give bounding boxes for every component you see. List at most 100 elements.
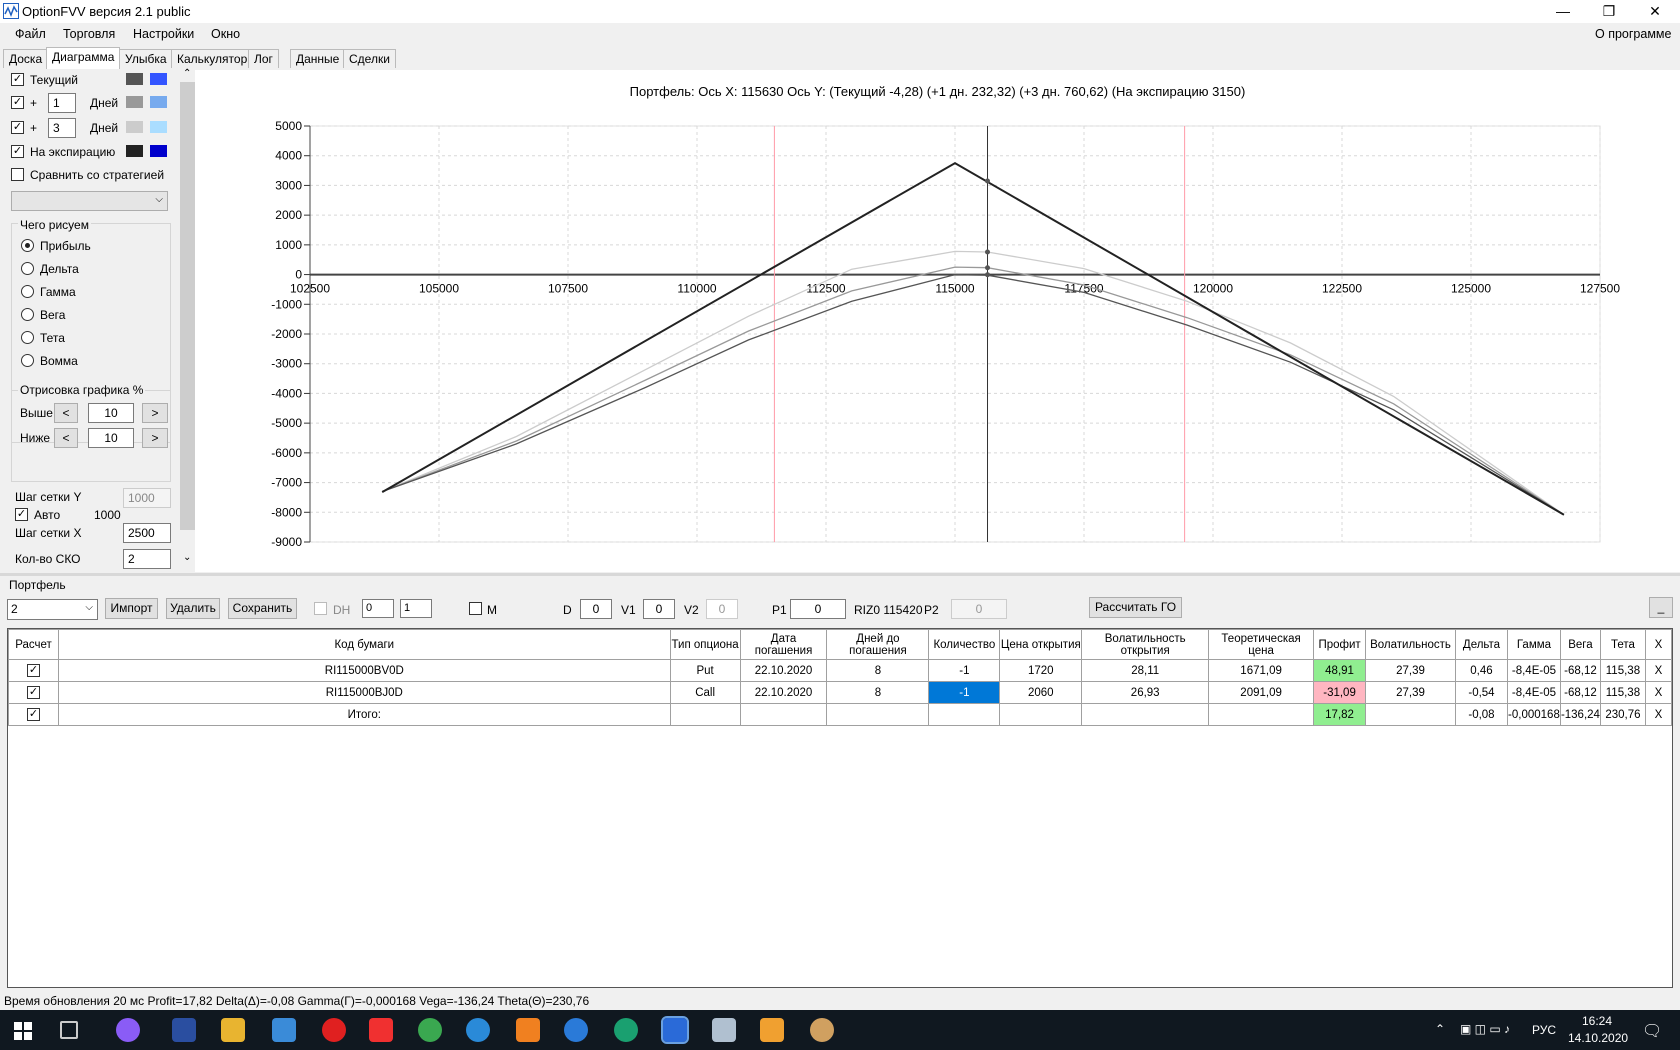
- col-profit[interactable]: Профит: [1313, 629, 1367, 660]
- cell-profit[interactable]: 48,91: [1313, 659, 1367, 682]
- table-row[interactable]: ✓ RI115000BV0D Put 22.10.2020 8 -1 1720 …: [8, 659, 1673, 682]
- laptop-icon[interactable]: [272, 1018, 296, 1042]
- yandex-icon[interactable]: [369, 1018, 393, 1042]
- cell-theta[interactable]: 115,38: [1599, 681, 1646, 704]
- col-theo[interactable]: Теоретическая цена: [1208, 629, 1315, 660]
- radio-theta[interactable]: [21, 331, 34, 344]
- d3-color-swatch[interactable]: [126, 121, 143, 133]
- chevron-up-icon[interactable]: ⌃: [183, 68, 191, 79]
- cell-date[interactable]: 22.10.2020: [739, 659, 828, 682]
- cell-gamma[interactable]: -8,4E-05: [1506, 681, 1561, 704]
- strategy-select[interactable]: ⌵: [11, 191, 168, 211]
- minimize-panel-button[interactable]: _: [1649, 597, 1673, 618]
- cell-qty[interactable]: -1: [928, 659, 1001, 682]
- folder-icon[interactable]: [221, 1018, 245, 1042]
- menu-window[interactable]: Окно: [211, 27, 240, 41]
- table-row-total[interactable]: ✓ Итого: 17,82 -0,08 -0,000168 -136,24 2…: [8, 703, 1673, 726]
- cell-open-vol[interactable]: 28,11: [1081, 659, 1210, 682]
- col-theta[interactable]: Тета: [1599, 629, 1646, 660]
- zoom-icon[interactable]: [564, 1018, 588, 1042]
- yandex-browser-icon[interactable]: [322, 1018, 346, 1042]
- cell-open-price[interactable]: 1720: [999, 659, 1083, 682]
- notification-icon[interactable]: 🗨: [1642, 1021, 1662, 1041]
- cell-vega[interactable]: -68,12: [1559, 659, 1601, 682]
- tab-data[interactable]: Данные: [290, 49, 346, 68]
- grid-y-input[interactable]: 1000: [123, 488, 171, 508]
- media-icon[interactable]: [760, 1018, 784, 1042]
- col-vol[interactable]: Волатильность: [1365, 629, 1456, 660]
- cell-vol[interactable]: 27,39: [1365, 681, 1456, 704]
- current-color-swatch[interactable]: [126, 73, 143, 85]
- cell-vol[interactable]: 27,39: [1365, 659, 1456, 682]
- col-days[interactable]: Дней до погашения: [826, 629, 930, 660]
- compare-checkbox[interactable]: [11, 168, 24, 181]
- table-row[interactable]: ✓ RI115000BJ0D Call 22.10.2020 8 -1 2060…: [8, 681, 1673, 704]
- grid-x-input[interactable]: 2500: [123, 523, 171, 543]
- cell-gamma[interactable]: -8,4E-05: [1506, 659, 1561, 682]
- below-input[interactable]: 10: [88, 428, 134, 448]
- tray-icons[interactable]: ▣ ◫ ▭ ♪: [1460, 1022, 1510, 1036]
- chart-area[interactable]: Портфель: Ось X: 115630 Ось Y: (Текущий …: [195, 70, 1680, 572]
- radio-gamma[interactable]: [21, 285, 34, 298]
- col-type[interactable]: Тип опциона: [669, 629, 741, 660]
- radio-vega[interactable]: [21, 308, 34, 321]
- v2-input[interactable]: 0: [706, 599, 738, 619]
- col-x[interactable]: X: [1644, 629, 1673, 660]
- delete-button[interactable]: Удалить: [166, 598, 220, 619]
- left-panel-scrollbar[interactable]: ⌃ ⌄: [180, 68, 196, 568]
- exp-color-swatch[interactable]: [126, 145, 143, 157]
- radio-profit[interactable]: [21, 239, 34, 252]
- floppy-icon[interactable]: [172, 1018, 196, 1042]
- clock-date[interactable]: 14.10.2020: [1568, 1031, 1628, 1045]
- cell-open-vol[interactable]: 26,93: [1081, 681, 1210, 704]
- col-calc[interactable]: Расчет: [8, 629, 59, 660]
- auto-checkbox[interactable]: ✓: [15, 508, 28, 521]
- tab-log[interactable]: Лог: [248, 49, 279, 68]
- menu-settings[interactable]: Настройки: [133, 27, 194, 41]
- cell-type[interactable]: Put: [669, 659, 741, 682]
- cell-type[interactable]: Call: [669, 681, 741, 704]
- dh-checkbox[interactable]: [314, 602, 327, 615]
- cell-theo[interactable]: 1671,09: [1208, 659, 1315, 682]
- cell-delta[interactable]: 0,46: [1455, 659, 1508, 682]
- files-icon[interactable]: [712, 1018, 736, 1042]
- cell-code[interactable]: RI115000BV0D: [57, 659, 671, 682]
- above-decrease-button[interactable]: <: [54, 403, 78, 423]
- col-code[interactable]: Код бумаги: [57, 629, 671, 660]
- minimize-button[interactable]: —: [1540, 0, 1586, 23]
- row-calc-checkbox[interactable]: ✓: [8, 703, 59, 726]
- menu-file[interactable]: Файл: [15, 27, 46, 41]
- exp-color-swatch-2[interactable]: [150, 145, 167, 157]
- current-checkbox[interactable]: ✓: [11, 73, 24, 86]
- radio-vomma[interactable]: [21, 354, 34, 367]
- d3-color-swatch-2[interactable]: [150, 121, 167, 133]
- cell-delta[interactable]: -0,54: [1455, 681, 1508, 704]
- col-date[interactable]: Дата погашения: [739, 629, 828, 660]
- tray-chevron-up-icon[interactable]: ⌃: [1435, 1022, 1445, 1036]
- m-checkbox[interactable]: [469, 602, 482, 615]
- cell-days[interactable]: 8: [826, 681, 930, 704]
- portfolio-select[interactable]: 2 ⌵: [7, 599, 98, 620]
- tab-diagram[interactable]: Диаграмма: [46, 47, 121, 69]
- v1-input[interactable]: 0: [643, 599, 675, 619]
- scroll-thumb[interactable]: [180, 82, 196, 530]
- tab-board[interactable]: Доска: [3, 49, 49, 68]
- cell-qty[interactable]: -1: [928, 681, 1001, 704]
- splitter[interactable]: [0, 573, 1680, 576]
- task-view-icon[interactable]: [60, 1021, 78, 1039]
- below-decrease-button[interactable]: <: [54, 428, 78, 448]
- row-delete-button[interactable]: X: [1644, 659, 1673, 682]
- language-indicator[interactable]: РУС: [1532, 1023, 1556, 1037]
- row-calc-checkbox[interactable]: ✓: [8, 659, 59, 682]
- thunderbird-icon[interactable]: [466, 1018, 490, 1042]
- cell-open-price[interactable]: 2060: [999, 681, 1083, 704]
- sko-input[interactable]: 2: [123, 549, 171, 569]
- cell-vega[interactable]: -68,12: [1559, 681, 1601, 704]
- plus3-checkbox[interactable]: ✓: [11, 121, 24, 134]
- col-gamma[interactable]: Гамма: [1506, 629, 1561, 660]
- row-delete-button[interactable]: X: [1644, 681, 1673, 704]
- payoff-chart[interactable]: 102500 105000 107500 110000 112500 115000 1175…: [195, 70, 1680, 572]
- p1-input[interactable]: 0: [790, 599, 846, 619]
- expiration-checkbox[interactable]: ✓: [11, 145, 24, 158]
- row-calc-checkbox[interactable]: ✓: [8, 681, 59, 704]
